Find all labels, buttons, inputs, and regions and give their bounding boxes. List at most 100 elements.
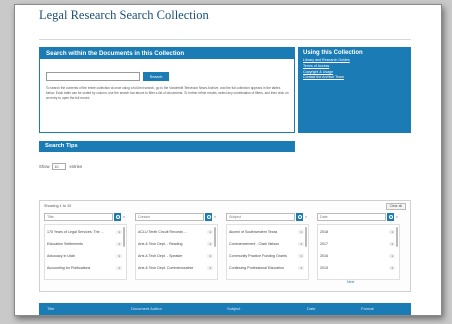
- close-icon[interactable]: ✕: [303, 215, 309, 219]
- title-divider: [39, 39, 411, 40]
- facet-item[interactable]: Arts & Tech Dept. - Reading 1: [138, 238, 213, 250]
- facet-item-count: 1: [116, 265, 122, 271]
- facet-item-count: 1: [389, 229, 395, 235]
- facet-list: 2018 1 2017 1 2016 1 2015 1: [317, 224, 400, 280]
- clear-filters-button[interactable]: Clear all: [385, 203, 406, 210]
- search-icon[interactable]: [205, 213, 212, 221]
- facet-item-label: 2015: [320, 265, 328, 270]
- close-icon[interactable]: ✕: [212, 215, 218, 219]
- entries-control: Show 10 entries: [39, 163, 82, 170]
- facet-item[interactable]: 2017 1: [320, 238, 395, 250]
- search-icon[interactable]: [296, 213, 303, 221]
- search-icon[interactable]: [387, 213, 394, 221]
- facet-item-count: 1: [116, 241, 122, 247]
- facet-scrollbar[interactable]: [396, 227, 398, 247]
- facet-item-label: Advocacy in Utah: [47, 253, 75, 258]
- column-header-format[interactable]: Format: [361, 306, 374, 311]
- using-link-contact[interactable]: Contact the Archive Team: [303, 75, 406, 81]
- facet-item-count: 1: [298, 265, 304, 271]
- facet-column-creator: Creator ✕ ACLU Tenth Circuit Records ...…: [135, 213, 218, 280]
- facet-item-count: 1: [298, 229, 304, 235]
- facet-item[interactable]: Arts & Tech Dept. Commemorative 1: [138, 262, 213, 274]
- next-page-link[interactable]: Next: [347, 280, 354, 284]
- facet-search-input[interactable]: Title: [44, 213, 113, 221]
- close-icon[interactable]: ✕: [394, 215, 400, 219]
- facet-item-count: 1: [207, 229, 213, 235]
- facet-item-label: Education Settlements: [47, 241, 83, 246]
- search-description: To search the contents of the entire col…: [46, 86, 289, 101]
- entries-prefix: Show: [39, 164, 50, 169]
- facet-search: Title ✕: [44, 213, 127, 221]
- search-icon[interactable]: [114, 213, 121, 221]
- facet-item-count: 1: [298, 241, 304, 247]
- facet-list: Alumni of Southwestern Texas 1 Commenceme…: [226, 224, 309, 280]
- facet-item[interactable]: ACLU Tenth Circuit Records ... 1: [138, 226, 213, 238]
- collection-search-input[interactable]: [46, 72, 140, 81]
- facet-item-label: Arts & Tech Dept. Commemorative: [138, 265, 194, 270]
- entries-suffix: entries: [69, 164, 83, 169]
- facet-search: Subject ✕: [226, 213, 309, 221]
- facet-filters: Showing 1 to 10 Clear all Title ✕ 175 Ye…: [39, 200, 411, 292]
- facet-search-input[interactable]: Date: [317, 213, 386, 221]
- facet-scrollbar[interactable]: [305, 227, 307, 247]
- facet-item-count: 1: [298, 253, 304, 259]
- facet-item-count: 1: [207, 265, 213, 271]
- browser-page: Legal Research Search Collection Search …: [14, 4, 442, 316]
- facet-item-label: ACLU Tenth Circuit Records ...: [138, 229, 187, 234]
- page-title: Legal Research Search Collection: [39, 8, 209, 22]
- facet-item[interactable]: Continuing Professional Education 1: [229, 262, 304, 274]
- facet-item-count: 1: [389, 241, 395, 247]
- search-panel-heading: Search within the Documents in this Coll…: [40, 48, 294, 59]
- facet-item-label: Commencement - Clark Nelson: [229, 241, 280, 246]
- facet-item-label: Arts & Tech Dept. - Reading: [138, 241, 183, 246]
- column-header-subject[interactable]: Subject: [227, 306, 240, 311]
- facet-search-input[interactable]: Subject: [226, 213, 295, 221]
- facet-scrollbar[interactable]: [214, 227, 216, 247]
- using-collection-heading: Using this Collection: [303, 50, 363, 56]
- facet-item-count: 1: [116, 253, 122, 259]
- facet-item[interactable]: Education Settlements 1: [47, 238, 122, 250]
- search-button[interactable]: Search: [143, 72, 169, 81]
- facet-item[interactable]: 2018 1: [320, 226, 395, 238]
- facet-item[interactable]: Advocacy in Utah 1: [47, 250, 122, 262]
- facet-column-date: Date ✕ 2018 1 2017 1 2016 1 2015 1: [317, 213, 400, 280]
- facet-item-label: Community Practice Funding Grants: [229, 253, 287, 258]
- facet-item-count: 1: [389, 253, 395, 259]
- facet-item-count: 1: [116, 229, 122, 235]
- facet-item-count: 1: [207, 241, 213, 247]
- using-collection-panel: Using this Collection Library and Resear…: [298, 47, 411, 133]
- facet-item[interactable]: Commencement - Clark Nelson 1: [229, 238, 304, 250]
- facet-item-label: Accounting for Publications: [47, 265, 91, 270]
- column-header-date[interactable]: Date: [307, 306, 315, 311]
- search-panel: Search within the Documents in this Coll…: [39, 47, 295, 133]
- facet-list: 175 Years of Legal Services: The ... 1 Ed…: [44, 224, 127, 280]
- facet-item-label: Alumni of Southwestern Texas: [229, 229, 278, 234]
- facet-item-label: 2018: [320, 229, 328, 234]
- facet-item-label: 175 Years of Legal Services: The ...: [47, 229, 104, 234]
- facet-column-title: Title ✕ 175 Years of Legal Services: The…: [44, 213, 127, 280]
- entries-select[interactable]: 10: [52, 163, 67, 170]
- results-count: Showing 1 to 10: [44, 204, 72, 208]
- facet-item-label: 2017: [320, 241, 328, 246]
- facet-item-label: Continuing Professional Education: [229, 265, 284, 270]
- facet-item[interactable]: Arts & Tech Dept. - Speaker 1: [138, 250, 213, 262]
- facet-column-subject: Subject ✕ Alumni of Southwestern Texas 1 …: [226, 213, 309, 280]
- facet-item-label: 2016: [320, 253, 328, 258]
- facet-list: ACLU Tenth Circuit Records ... 1 Arts & T…: [135, 224, 218, 280]
- close-icon[interactable]: ✕: [121, 215, 127, 219]
- facet-item-count: 1: [207, 253, 213, 259]
- search-tips-toggle[interactable]: Search Tips: [39, 141, 295, 152]
- facet-search: Creator ✕: [135, 213, 218, 221]
- facet-item[interactable]: Community Practice Funding Grants 1: [229, 250, 304, 262]
- facet-item[interactable]: 175 Years of Legal Services: The ... 1: [47, 226, 122, 238]
- facet-item[interactable]: 2016 1: [320, 250, 395, 262]
- search-row: Search: [46, 72, 169, 81]
- facet-item-label: Arts & Tech Dept. - Speaker: [138, 253, 183, 258]
- facet-search-input[interactable]: Creator: [135, 213, 204, 221]
- facet-item[interactable]: Alumni of Southwestern Texas 1: [229, 226, 304, 238]
- facet-item[interactable]: Accounting for Publications 1: [47, 262, 122, 274]
- column-header-title[interactable]: Title: [47, 306, 54, 311]
- column-header-author[interactable]: Document Author: [131, 306, 162, 311]
- facet-item[interactable]: 2015 1: [320, 262, 395, 274]
- facet-scrollbar[interactable]: [123, 227, 125, 247]
